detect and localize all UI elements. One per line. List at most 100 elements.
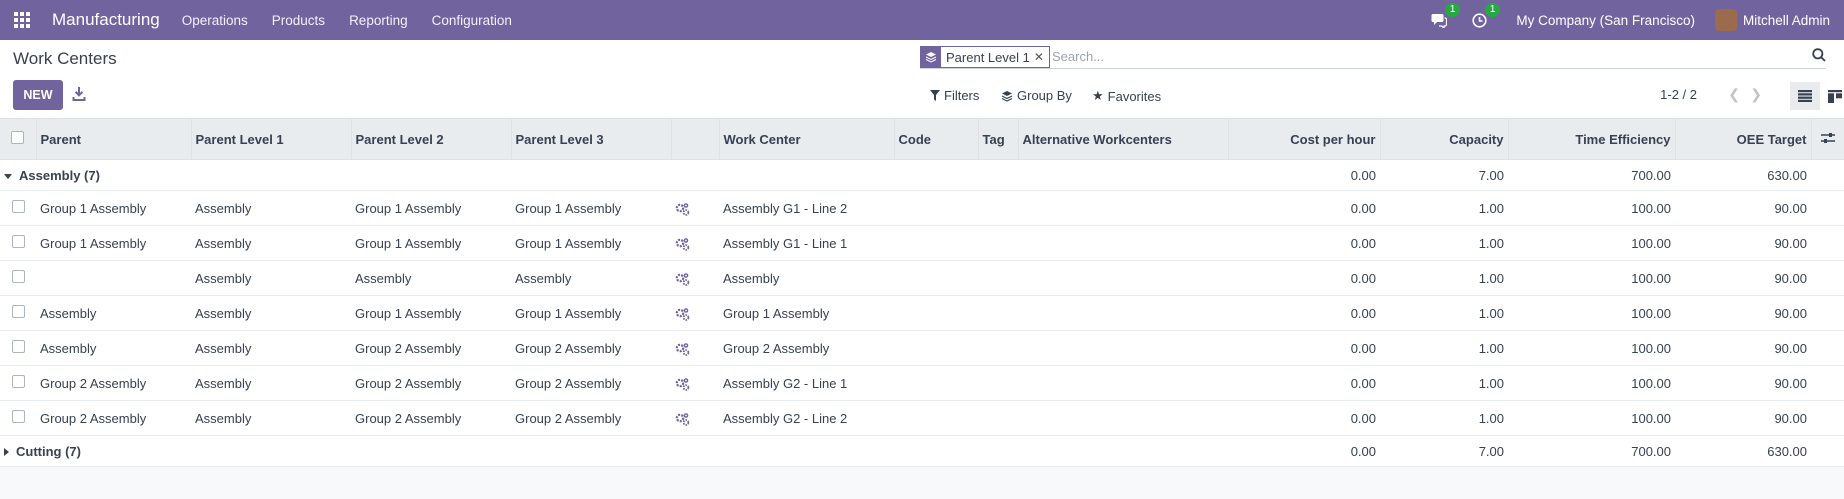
cell-parent-level-2[interactable]: Assembly <box>351 260 511 296</box>
cell-capacity[interactable]: 1.00 <box>1380 295 1508 331</box>
cell-parent-level-2[interactable]: Group 1 Assembly <box>351 295 511 331</box>
row-checkbox[interactable] <box>11 340 25 353</box>
cell-work-center[interactable]: Assembly <box>719 260 894 296</box>
cell-efficiency[interactable]: 100.00 <box>1508 260 1675 296</box>
header-oee-target[interactable]: OEE Target <box>1675 119 1812 160</box>
cell-tag[interactable] <box>978 260 1018 296</box>
cell-parent[interactable]: Assembly <box>36 330 191 366</box>
row-checkbox[interactable] <box>11 200 25 213</box>
cell-oee[interactable]: 90.00 <box>1675 190 1811 226</box>
cell-efficiency[interactable]: 100.00 <box>1508 225 1675 261</box>
cell-capacity[interactable]: 1.00 <box>1380 225 1508 261</box>
cell-efficiency[interactable]: 100.00 <box>1508 190 1675 226</box>
cell-cost[interactable]: 0.00 <box>1228 260 1380 296</box>
optional-columns-toggle[interactable] <box>1811 119 1844 160</box>
cell-alternative[interactable] <box>1018 260 1228 296</box>
cell-parent-level-2[interactable]: Group 1 Assembly <box>351 225 511 261</box>
cell-tag[interactable] <box>978 190 1018 226</box>
cell-parent-level-1[interactable]: Assembly <box>191 260 351 296</box>
cell-parent[interactable]: Assembly <box>36 295 191 331</box>
cell-cost[interactable]: 0.00 <box>1228 400 1380 436</box>
kanban-view-button[interactable] <box>1820 82 1844 110</box>
cell-cost[interactable]: 0.00 <box>1228 330 1380 366</box>
row-checkbox[interactable] <box>11 375 25 388</box>
cell-code[interactable] <box>894 190 978 226</box>
header-code[interactable]: Code <box>894 119 979 160</box>
company-switcher[interactable]: My Company (San Francisco) <box>1516 13 1695 28</box>
search-icon[interactable] <box>1812 48 1826 62</box>
cell-parent-level-2[interactable]: Group 2 Assembly <box>351 365 511 401</box>
facet-remove-icon[interactable]: ✕ <box>1034 50 1049 64</box>
cell-parent-level-1[interactable]: Assembly <box>191 225 351 261</box>
cell-icon[interactable] <box>671 400 719 436</box>
header-time-efficiency[interactable]: Time Efficiency <box>1508 119 1676 160</box>
cell-icon[interactable] <box>671 225 719 261</box>
search-facet[interactable]: Parent Level 1 ✕ <box>920 46 1050 68</box>
group-row-cutting[interactable]: Cutting (7) 0.00 7.00 700.00 630.00 <box>0 435 1844 467</box>
messages-icon[interactable]: 1 <box>1430 3 1461 29</box>
cell-tag[interactable] <box>978 365 1018 401</box>
row-checkbox[interactable] <box>11 305 25 318</box>
user-menu[interactable]: Mitchell Admin <box>1743 13 1830 28</box>
cell-parent[interactable]: Group 1 Assembly <box>36 190 191 226</box>
cell-parent-level-3[interactable]: Group 2 Assembly <box>511 365 671 401</box>
cell-work-center[interactable]: Assembly G1 - Line 2 <box>719 190 894 226</box>
cell-efficiency[interactable]: 100.00 <box>1508 330 1675 366</box>
cell-oee[interactable]: 90.00 <box>1675 365 1811 401</box>
cell-code[interactable] <box>894 225 978 261</box>
row-checkbox[interactable] <box>11 235 25 248</box>
user-avatar[interactable] <box>1714 9 1737 31</box>
app-name[interactable]: Manufacturing <box>52 10 160 30</box>
cell-work-center[interactable]: Group 2 Assembly <box>719 330 894 366</box>
cell-code[interactable] <box>894 365 978 401</box>
cell-icon[interactable] <box>671 260 719 296</box>
header-alternative-workcenters[interactable]: Alternative Workcenters <box>1018 119 1229 160</box>
select-all-checkbox[interactable] <box>11 131 25 144</box>
table-row[interactable]: Group 1 Assembly Assembly Group 1 Assemb… <box>0 225 1844 261</box>
row-checkbox[interactable] <box>11 410 25 423</box>
cell-code[interactable] <box>894 400 978 436</box>
pager-value[interactable]: 1-2 / 2 <box>1660 87 1697 102</box>
cell-parent-level-1[interactable]: Assembly <box>191 295 351 331</box>
cell-cost[interactable]: 0.00 <box>1228 225 1380 261</box>
cell-oee[interactable]: 90.00 <box>1675 260 1811 296</box>
header-parent-level-3[interactable]: Parent Level 3 <box>511 119 672 160</box>
filters-button[interactable]: Filters <box>930 88 979 103</box>
page-title[interactable]: Work Centers <box>13 49 117 69</box>
cell-parent[interactable]: Group 2 Assembly <box>36 365 191 401</box>
cell-capacity[interactable]: 1.00 <box>1380 260 1508 296</box>
apps-menu-icon[interactable] <box>12 10 32 30</box>
cell-efficiency[interactable]: 100.00 <box>1508 400 1675 436</box>
cell-capacity[interactable]: 1.00 <box>1380 190 1508 226</box>
group-label-cell[interactable]: Assembly (7) <box>0 159 1228 191</box>
cell-parent[interactable]: Group 2 Assembly <box>36 400 191 436</box>
download-icon[interactable] <box>72 86 86 102</box>
table-row[interactable]: Group 2 Assembly Assembly Group 2 Assemb… <box>0 365 1844 401</box>
cell-icon[interactable] <box>671 295 719 331</box>
cell-capacity[interactable]: 1.00 <box>1380 365 1508 401</box>
cell-tag[interactable] <box>978 330 1018 366</box>
menu-operations[interactable]: Operations <box>182 13 248 28</box>
cell-cost[interactable]: 0.00 <box>1228 190 1380 226</box>
group-row-assembly[interactable]: Assembly (7) 0.00 7.00 700.00 630.00 <box>0 159 1844 191</box>
header-parent-level-1[interactable]: Parent Level 1 <box>191 119 352 160</box>
list-view-button[interactable] <box>1790 82 1820 110</box>
cell-parent-level-3[interactable]: Group 1 Assembly <box>511 295 671 331</box>
cell-code[interactable] <box>894 295 978 331</box>
activities-icon[interactable]: 1 <box>1470 3 1501 29</box>
cell-code[interactable] <box>894 260 978 296</box>
cell-work-center[interactable]: Assembly G2 - Line 2 <box>719 400 894 436</box>
header-parent[interactable]: Parent <box>36 119 192 160</box>
cell-parent-level-1[interactable]: Assembly <box>191 400 351 436</box>
header-cost-per-hour[interactable]: Cost per hour <box>1228 119 1381 160</box>
cell-alternative[interactable] <box>1018 365 1228 401</box>
cell-parent[interactable]: Group 1 Assembly <box>36 225 191 261</box>
cell-cost[interactable]: 0.00 <box>1228 295 1380 331</box>
cell-parent-level-3[interactable]: Group 1 Assembly <box>511 190 671 226</box>
cell-parent-level-1[interactable]: Assembly <box>191 190 351 226</box>
header-parent-level-2[interactable]: Parent Level 2 <box>351 119 512 160</box>
cell-work-center[interactable]: Assembly G2 - Line 1 <box>719 365 894 401</box>
cell-alternative[interactable] <box>1018 400 1228 436</box>
cell-parent-level-3[interactable]: Group 2 Assembly <box>511 400 671 436</box>
cell-capacity[interactable]: 1.00 <box>1380 330 1508 366</box>
